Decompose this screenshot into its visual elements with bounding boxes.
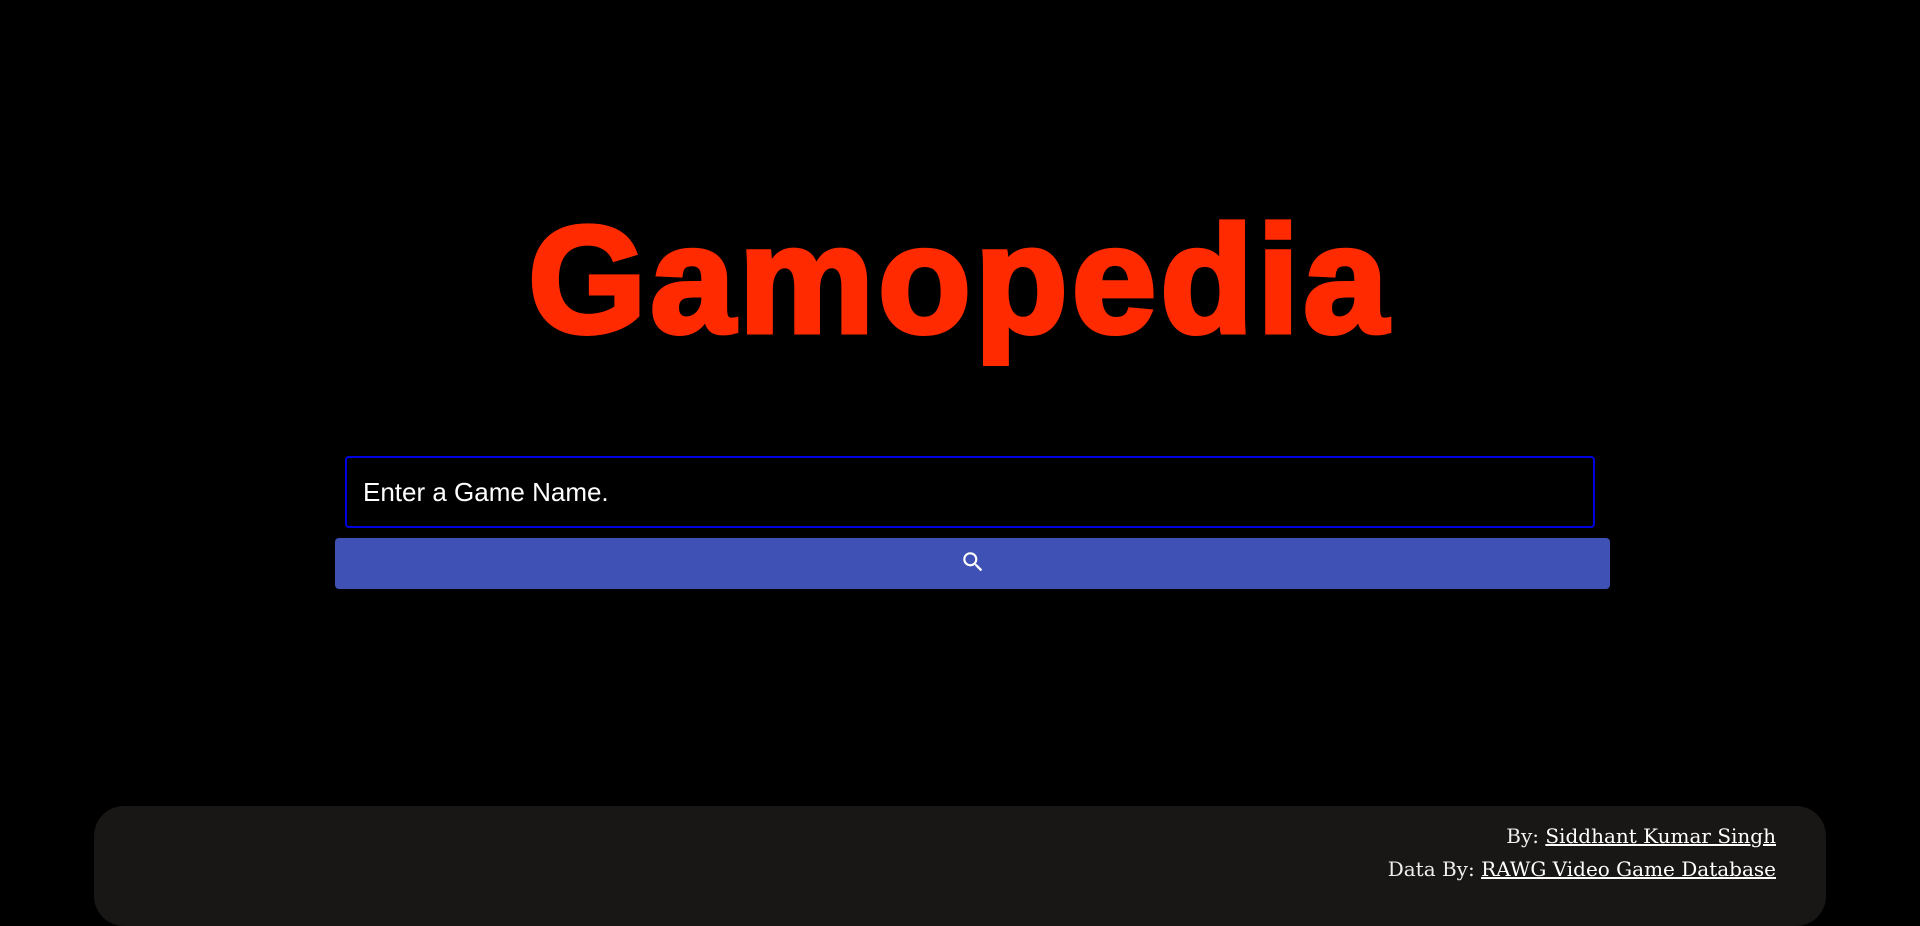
author-credit: By: Siddhant Kumar Singh [1388,820,1776,853]
data-by-label: Data By: [1387,857,1475,881]
footer: By: Siddhant Kumar Singh Data By: RAWG V… [94,806,1826,926]
data-source-link[interactable]: RAWG Video Game Database [1481,857,1776,881]
site-title: Gamopedia [526,192,1392,367]
footer-credits: By: Siddhant Kumar Singh Data By: RAWG V… [1388,820,1776,886]
game-search-input[interactable] [345,456,1595,528]
by-label: By: [1506,824,1539,848]
search-icon [960,549,986,578]
search-button[interactable] [335,538,1610,589]
author-link[interactable]: Siddhant Kumar Singh [1545,824,1776,848]
data-credit: Data By: RAWG Video Game Database [1388,853,1776,886]
